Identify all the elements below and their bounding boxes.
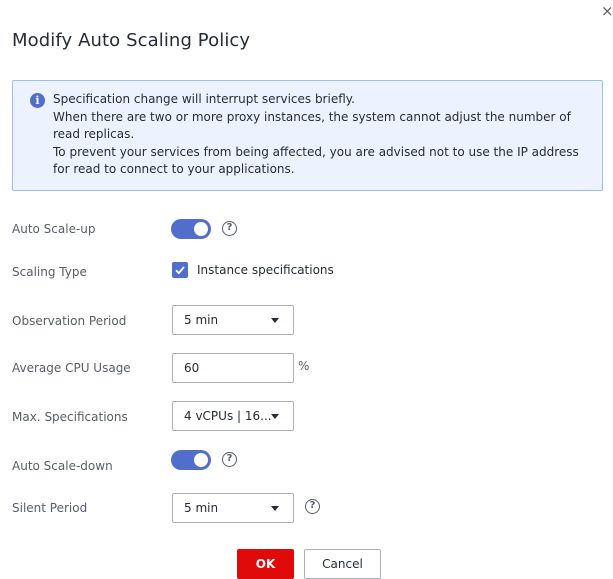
help-icon[interactable]: ? xyxy=(305,499,320,514)
info-icon: i xyxy=(30,93,45,108)
ok-button[interactable]: OK xyxy=(237,549,294,579)
toggle-knob xyxy=(194,453,208,467)
scaling-type-label: Scaling Type xyxy=(12,265,87,279)
chevron-down-icon xyxy=(271,506,279,511)
silent-period-value: 5 min xyxy=(184,501,219,515)
observation-period-label: Observation Period xyxy=(12,314,127,328)
percent-unit: % xyxy=(298,359,310,373)
auto-scale-up-label: Auto Scale-up xyxy=(12,222,96,236)
chevron-down-icon xyxy=(271,318,279,323)
cancel-button[interactable]: Cancel xyxy=(304,549,381,579)
instance-specifications-checkbox[interactable] xyxy=(172,262,188,278)
alert-line: Specification change will interrupt serv… xyxy=(53,92,355,106)
max-specifications-value: 4 vCPUs | 16... xyxy=(184,409,272,423)
info-alert: i Specification change will interrupt se… xyxy=(12,80,603,191)
max-specifications-select[interactable]: 4 vCPUs | 16... xyxy=(172,401,294,431)
alert-line: When there are two or more proxy instanc… xyxy=(53,109,571,142)
observation-period-value: 5 min xyxy=(184,313,219,327)
alert-line: To prevent your services from being affe… xyxy=(53,144,579,177)
alert-text: Specification change will interrupt serv… xyxy=(53,91,596,179)
silent-period-select[interactable]: 5 min xyxy=(172,493,294,523)
auto-scale-down-label: Auto Scale-down xyxy=(12,459,113,473)
help-icon[interactable]: ? xyxy=(222,221,237,236)
average-cpu-usage-input[interactable]: 60 xyxy=(172,353,294,383)
close-icon[interactable]: × xyxy=(601,4,613,19)
help-icon[interactable]: ? xyxy=(222,452,237,467)
average-cpu-usage-label: Average CPU Usage xyxy=(12,361,131,375)
dialog-title: Modify Auto Scaling Policy xyxy=(12,30,251,51)
instance-specifications-label[interactable]: Instance specifications xyxy=(197,263,334,277)
auto-scale-down-toggle[interactable] xyxy=(171,450,211,470)
observation-period-select[interactable]: 5 min xyxy=(172,305,294,335)
max-specifications-label: Max. Specifications xyxy=(12,410,128,424)
silent-period-label: Silent Period xyxy=(12,501,88,515)
auto-scale-up-toggle[interactable] xyxy=(171,219,211,239)
checkmark-icon xyxy=(175,266,185,275)
toggle-knob xyxy=(194,222,208,236)
chevron-down-icon xyxy=(271,414,279,419)
